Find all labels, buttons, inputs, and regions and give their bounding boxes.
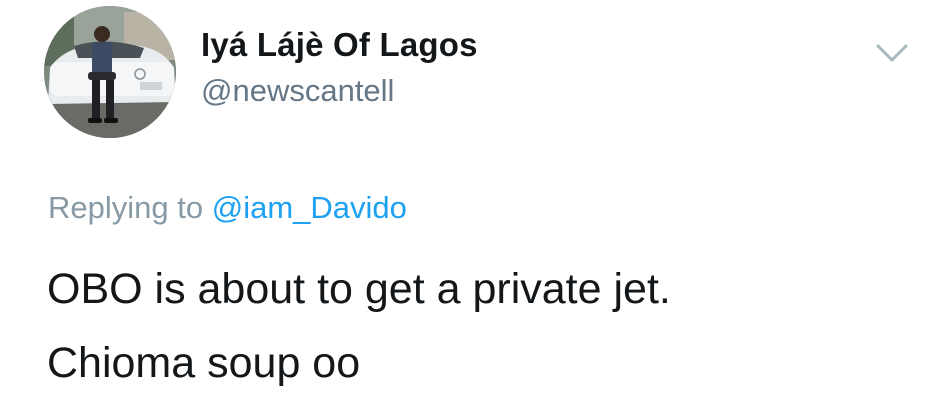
tweet-text: OBO is about to get a private jet. Chiom…: [47, 252, 671, 400]
avatar-photo: [44, 6, 176, 138]
reply-mention-link[interactable]: @iam_Davido: [212, 190, 407, 225]
user-handle[interactable]: @newscantell: [201, 73, 394, 109]
tweet-text-line: OBO is about to get a private jet.: [47, 265, 671, 313]
display-name[interactable]: Iyá Lájè Of Lagos: [201, 26, 478, 64]
replying-to: Replying to @iam_Davido: [48, 190, 407, 226]
avatar[interactable]: [44, 6, 176, 138]
tweet: Iyá Lájè Of Lagos @newscantell Replying …: [0, 0, 944, 420]
tweet-text-line: Chioma soup oo: [47, 339, 361, 387]
replying-to-label: Replying to: [48, 190, 204, 225]
chevron-down-icon[interactable]: [872, 40, 912, 68]
